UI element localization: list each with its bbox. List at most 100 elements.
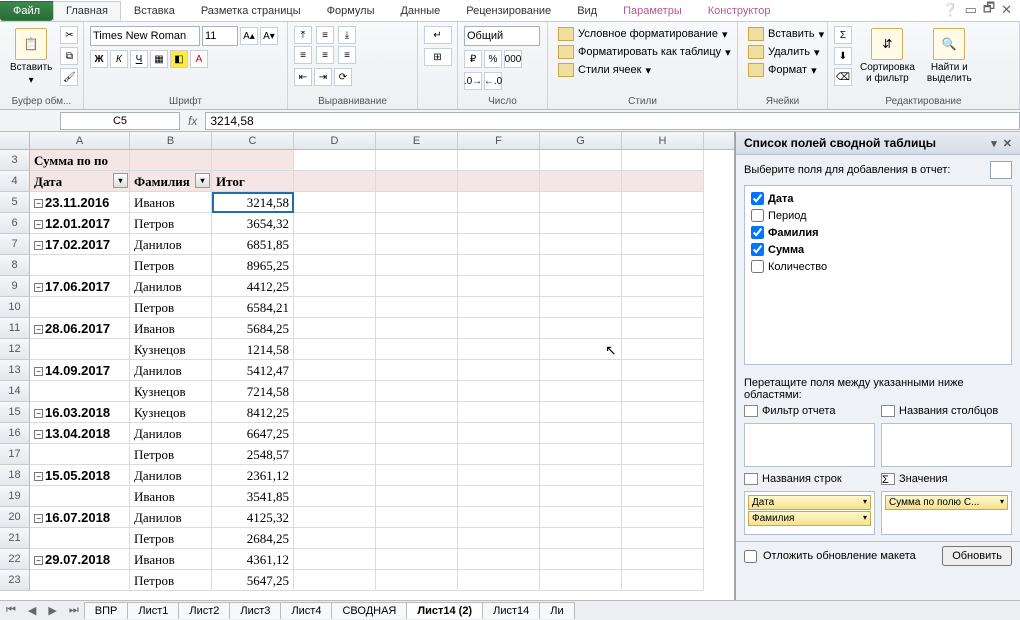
tab-Разметка страницы[interactable]: Разметка страницы: [188, 1, 314, 21]
cell[interactable]: Итог: [212, 171, 294, 192]
cell[interactable]: [376, 444, 458, 465]
cell[interactable]: [376, 150, 458, 171]
percent-button[interactable]: %: [484, 50, 502, 68]
cell[interactable]: [458, 465, 540, 486]
cell[interactable]: [458, 318, 540, 339]
col-header-A[interactable]: A: [30, 132, 130, 149]
underline-button[interactable]: Ч: [130, 50, 148, 68]
sheet-tab[interactable]: Лист4: [280, 602, 332, 619]
cell[interactable]: [622, 444, 704, 465]
format-as-table-button[interactable]: Форматировать как таблицу ▾: [554, 44, 735, 60]
cell[interactable]: [294, 549, 376, 570]
close-icon[interactable]: ✕: [1001, 2, 1012, 18]
row-header[interactable]: 10: [0, 297, 30, 318]
cell[interactable]: Петров: [130, 213, 212, 234]
cell[interactable]: Данилов: [130, 423, 212, 444]
row-header[interactable]: 15: [0, 402, 30, 423]
cell[interactable]: [294, 507, 376, 528]
cell[interactable]: [376, 297, 458, 318]
cell[interactable]: [458, 381, 540, 402]
cell[interactable]: [458, 528, 540, 549]
sheet-tab[interactable]: Лист3: [229, 602, 281, 619]
collapse-icon[interactable]: −: [34, 514, 43, 523]
cell[interactable]: [622, 339, 704, 360]
cell[interactable]: Петров: [130, 570, 212, 591]
cell[interactable]: [458, 486, 540, 507]
tab-Формулы[interactable]: Формулы: [314, 1, 388, 21]
sheet-nav-last[interactable]: ⏭: [63, 604, 85, 617]
cell[interactable]: [458, 150, 540, 171]
cell[interactable]: [294, 297, 376, 318]
cell[interactable]: [458, 192, 540, 213]
fill-button[interactable]: ⬇: [834, 47, 852, 65]
zone-values[interactable]: Сумма по полю С...▾: [881, 491, 1012, 535]
filter-button[interactable]: ▾: [113, 173, 128, 188]
cell[interactable]: [376, 465, 458, 486]
cell[interactable]: [540, 528, 622, 549]
name-box[interactable]: [60, 112, 180, 130]
autosum-button[interactable]: Σ: [834, 26, 852, 44]
decrease-indent-button[interactable]: ⇤: [294, 68, 312, 86]
row-header[interactable]: 23: [0, 570, 30, 591]
format-cells-button[interactable]: Формат ▾: [744, 62, 821, 78]
row-header[interactable]: 17: [0, 444, 30, 465]
bold-button[interactable]: Ж: [90, 50, 108, 68]
cell[interactable]: 3541,85: [212, 486, 294, 507]
cell[interactable]: [294, 192, 376, 213]
cell[interactable]: Данилов: [130, 234, 212, 255]
cell[interactable]: −17.06.2017: [30, 276, 130, 297]
col-header-D[interactable]: D: [294, 132, 376, 149]
zone-chip[interactable]: Сумма по полю С...▾: [885, 495, 1008, 510]
collapse-icon[interactable]: −: [34, 367, 43, 376]
cell[interactable]: 8965,25: [212, 255, 294, 276]
cell[interactable]: [458, 276, 540, 297]
cell[interactable]: [540, 234, 622, 255]
collapse-icon[interactable]: −: [34, 241, 43, 250]
cell[interactable]: [540, 570, 622, 591]
align-right-button[interactable]: ≡: [338, 46, 356, 64]
cell[interactable]: [458, 507, 540, 528]
cell[interactable]: [294, 171, 376, 192]
cell[interactable]: 7214,58: [212, 381, 294, 402]
cell[interactable]: [458, 234, 540, 255]
cell[interactable]: −16.03.2018: [30, 402, 130, 423]
fx-icon[interactable]: fx: [188, 114, 197, 128]
restore-icon[interactable]: 🗗: [983, 0, 995, 21]
cell[interactable]: 2361,12: [212, 465, 294, 486]
cell[interactable]: Данилов: [130, 465, 212, 486]
sheet-tab[interactable]: Лист14 (2): [406, 602, 483, 619]
font-name-select[interactable]: [90, 26, 200, 46]
cell[interactable]: [376, 402, 458, 423]
col-header-H[interactable]: H: [622, 132, 704, 149]
cell[interactable]: [294, 381, 376, 402]
cell[interactable]: 6584,21: [212, 297, 294, 318]
filter-button[interactable]: ▾: [195, 173, 210, 188]
currency-button[interactable]: ₽: [464, 50, 482, 68]
cell[interactable]: [622, 234, 704, 255]
italic-button[interactable]: К: [110, 50, 128, 68]
cell[interactable]: Петров: [130, 528, 212, 549]
format-painter-button[interactable]: 🖌: [60, 68, 78, 86]
cell[interactable]: [540, 276, 622, 297]
cell[interactable]: −15.05.2018: [30, 465, 130, 486]
zone-chip[interactable]: Дата▾: [748, 495, 871, 510]
collapse-icon[interactable]: −: [34, 199, 43, 208]
field-checkbox[interactable]: [751, 192, 764, 205]
cell[interactable]: [376, 234, 458, 255]
sheet-tab[interactable]: ВПР: [84, 602, 129, 619]
cell[interactable]: [30, 381, 130, 402]
cell[interactable]: [540, 507, 622, 528]
cut-button[interactable]: ✂: [60, 26, 78, 44]
row-header[interactable]: 18: [0, 465, 30, 486]
cell[interactable]: [294, 234, 376, 255]
cell[interactable]: [622, 507, 704, 528]
sheet-tab[interactable]: Лист2: [178, 602, 230, 619]
cell[interactable]: [376, 423, 458, 444]
row-header[interactable]: 14: [0, 381, 30, 402]
cell[interactable]: 4125,32: [212, 507, 294, 528]
cell[interactable]: [540, 549, 622, 570]
collapse-icon[interactable]: −: [34, 409, 43, 418]
align-center-button[interactable]: ≡: [316, 46, 334, 64]
sheet-nav-next[interactable]: ▶: [42, 604, 62, 617]
cell[interactable]: [458, 339, 540, 360]
